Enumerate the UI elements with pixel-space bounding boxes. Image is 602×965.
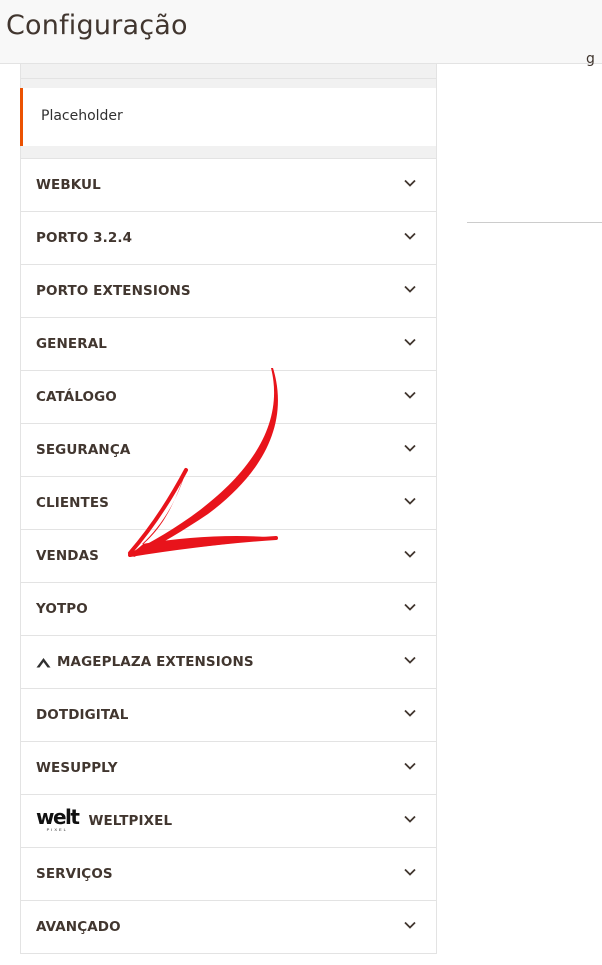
- config-sidebar: Placeholder WEBKUL PORTO 3.2.4 PORTO EXT…: [20, 64, 437, 954]
- content-divider: [467, 222, 602, 223]
- chevron-down-icon: [404, 921, 416, 929]
- chevron-down-icon: [404, 550, 416, 558]
- section-yotpo[interactable]: YOTPO: [20, 583, 437, 636]
- store-scope-label: Placeholder: [41, 108, 123, 124]
- section-label: VENDAS: [36, 548, 99, 564]
- section-webkul[interactable]: WEBKUL: [20, 159, 437, 212]
- chevron-down-icon: [404, 815, 416, 823]
- sidebar-gap: [20, 146, 437, 158]
- weltpixel-logo-sub: PIXEL: [46, 826, 68, 832]
- chevron-down-icon: [404, 444, 416, 452]
- section-servicos[interactable]: SERVIÇOS: [20, 848, 437, 901]
- truncated-text: g: [586, 51, 595, 67]
- section-label: GENERAL: [36, 336, 107, 352]
- section-label: CLIENTES: [36, 495, 110, 511]
- section-mageplaza-extensions[interactable]: MAGEPLAZA EXTENSIONS: [20, 636, 437, 689]
- section-label: MAGEPLAZA EXTENSIONS: [57, 654, 254, 670]
- section-dotdigital[interactable]: DOTDIGITAL: [20, 689, 437, 742]
- section-label: CATÁLOGO: [36, 389, 117, 405]
- chevron-down-icon: [404, 656, 416, 664]
- section-label: WELTPIXEL: [88, 813, 173, 829]
- mageplaza-logo-icon: [36, 658, 51, 668]
- section-porto-extensions[interactable]: PORTO EXTENSIONS: [20, 265, 437, 318]
- section-label: DOTDIGITAL: [36, 707, 129, 723]
- section-label: SERVIÇOS: [36, 866, 113, 882]
- section-porto[interactable]: PORTO 3.2.4: [20, 212, 437, 265]
- chevron-down-icon: [404, 497, 416, 505]
- chevron-down-icon: [404, 603, 416, 611]
- config-section-list: WEBKUL PORTO 3.2.4 PORTO EXTENSIONS GENE…: [20, 158, 437, 954]
- chevron-down-icon: [404, 285, 416, 293]
- sidebar-top-strip: [20, 64, 437, 88]
- chevron-down-icon: [404, 762, 416, 770]
- page-header: Configuração: [0, 0, 602, 64]
- weltpixel-logo: welt PIXEL: [36, 807, 80, 832]
- section-label: WESUPPLY: [36, 760, 118, 776]
- section-label: YOTPO: [36, 601, 88, 617]
- section-clientes[interactable]: CLIENTES: [20, 477, 437, 530]
- chevron-down-icon: [404, 709, 416, 717]
- section-catalogo[interactable]: CATÁLOGO: [20, 371, 437, 424]
- section-label: PORTO 3.2.4: [36, 230, 133, 246]
- chevron-down-icon: [404, 338, 416, 346]
- section-label: PORTO EXTENSIONS: [36, 283, 191, 299]
- chevron-down-icon: [404, 179, 416, 187]
- section-vendas[interactable]: VENDAS: [20, 530, 437, 583]
- section-wesupply[interactable]: WESUPPLY: [20, 742, 437, 795]
- section-weltpixel[interactable]: welt PIXEL WELTPIXEL: [20, 795, 437, 848]
- section-general[interactable]: GENERAL: [20, 318, 437, 371]
- section-label: WEBKUL: [36, 177, 101, 193]
- section-seguranca[interactable]: SEGURANÇA: [20, 424, 437, 477]
- chevron-down-icon: [404, 232, 416, 240]
- section-label: SEGURANÇA: [36, 442, 131, 458]
- chevron-down-icon: [404, 868, 416, 876]
- chevron-down-icon: [404, 391, 416, 399]
- store-scope-item[interactable]: Placeholder: [20, 88, 437, 146]
- section-label: AVANÇADO: [36, 919, 121, 935]
- section-avancado[interactable]: AVANÇADO: [20, 901, 437, 954]
- page-title: Configuração: [6, 10, 188, 41]
- weltpixel-logo-word: welt: [36, 804, 80, 829]
